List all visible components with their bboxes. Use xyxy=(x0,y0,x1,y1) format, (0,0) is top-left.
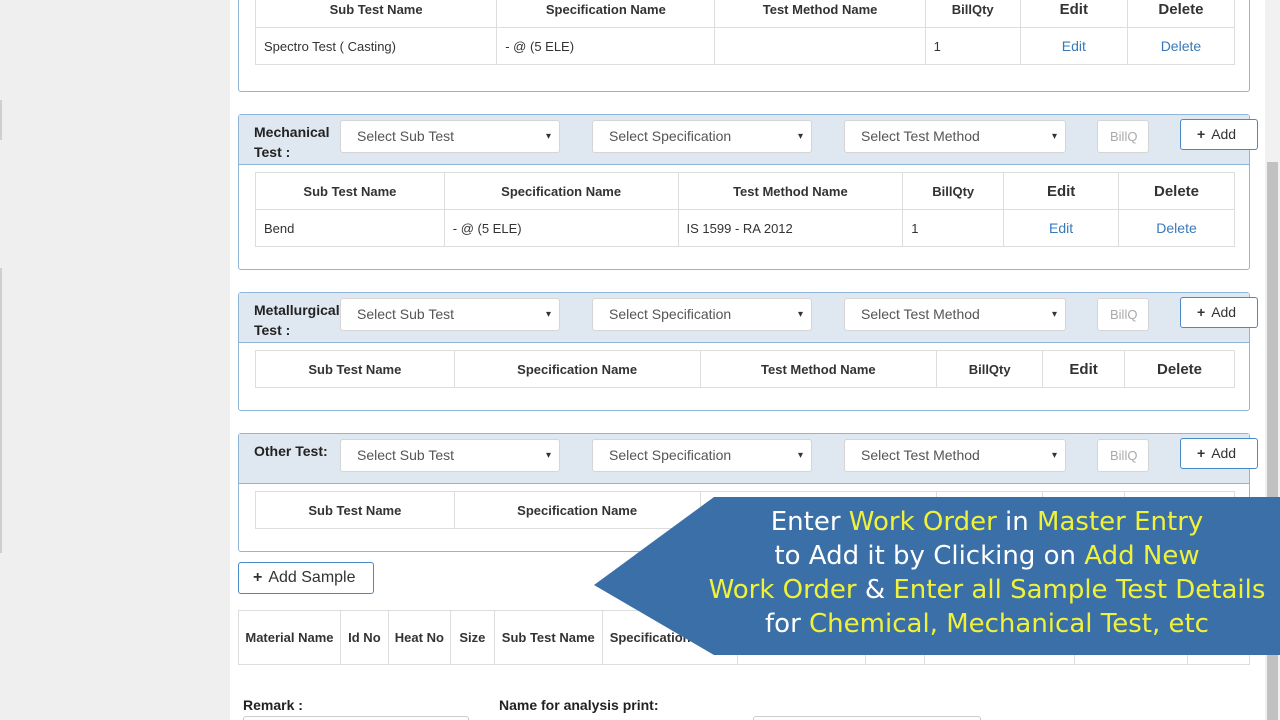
plus-icon: + xyxy=(1197,445,1206,461)
caret-down-icon: ▾ xyxy=(1051,450,1057,461)
add-button[interactable]: + Add xyxy=(1180,297,1258,328)
tutorial-callout: Enter Work Order in Master Entry to Add … xyxy=(594,497,1280,655)
sub-test-select[interactable]: Select Sub Test ▾ xyxy=(340,439,560,472)
caret-down-icon: ▾ xyxy=(1051,309,1057,320)
panel-title: Mechanical Test : xyxy=(254,124,330,160)
cell-sub-test: Bend xyxy=(255,209,445,247)
col-delete: Delete xyxy=(1126,0,1236,28)
add-button[interactable]: + Add xyxy=(1180,119,1258,150)
col-heat-no: Heat No xyxy=(387,610,451,665)
cell-bill-qty: 1 xyxy=(924,27,1021,65)
sub-test-select[interactable]: Select Sub Test ▾ xyxy=(340,298,560,331)
bill-qty-input[interactable]: BillQ xyxy=(1097,439,1149,472)
mechanical-test-panel: Mechanical Test : Select Sub Test ▾ Selec… xyxy=(238,114,1258,270)
col-edit: Edit xyxy=(1042,350,1126,388)
caret-down-icon: ▾ xyxy=(545,131,551,142)
cell-bill-qty: 1 xyxy=(902,209,1005,247)
sub-test-select[interactable]: Select Sub Test ▾ xyxy=(340,120,560,153)
specification-select[interactable]: Select Specification ▾ xyxy=(592,120,812,153)
remark-input[interactable] xyxy=(243,716,469,720)
caret-down-icon: ▾ xyxy=(797,450,803,461)
bill-qty-input[interactable]: BillQ xyxy=(1097,120,1149,153)
col-sub-test-name: Sub Test Name xyxy=(493,610,603,665)
gutter-mark xyxy=(0,268,2,553)
add-sample-button[interactable]: + Add Sample xyxy=(238,562,374,594)
col-sub-test: Sub Test Name xyxy=(255,172,445,210)
analysis-print-label: Name for analysis print: xyxy=(499,697,659,713)
col-sub-test: Sub Test Name xyxy=(255,491,455,529)
metallurgical-test-panel: Metallurgical Test : Select Sub Test ▾ Se… xyxy=(238,292,1258,411)
callout-line: Enter Work Order in Master Entry xyxy=(770,507,1204,537)
gutter-mark xyxy=(0,100,2,140)
callout-line: to Add it by Clicking on Add New xyxy=(774,541,1200,571)
cell-test-method xyxy=(714,27,926,65)
col-specification: Specification Name xyxy=(443,172,679,210)
caret-down-icon: ▾ xyxy=(545,309,551,320)
plus-icon: + xyxy=(253,569,263,586)
col-specification: Specification Name xyxy=(453,350,701,388)
col-material-name: Material Name xyxy=(238,610,341,665)
cell-specification: - @ (5 ELE) xyxy=(443,209,679,247)
panel-header: Mechanical Test : Select Sub Test ▾ Selec… xyxy=(239,115,1258,165)
chemical-test-table: Sub Test Name Specification Name Test Me… xyxy=(254,0,1236,65)
specification-select[interactable]: Select Specification ▾ xyxy=(592,439,812,472)
table-header-row: Sub Test Name Specification Name Test Me… xyxy=(255,350,1235,388)
metallurgical-test-table: Sub Test Name Specification Name Test Me… xyxy=(255,350,1235,388)
col-test-method: Test Method Name xyxy=(714,0,926,28)
remark-label: Remark : xyxy=(243,697,303,713)
panel-title: Other Test: xyxy=(254,443,328,459)
test-method-select[interactable]: Select Test Method ▾ xyxy=(844,298,1066,331)
col-edit: Edit xyxy=(1019,0,1128,28)
analysis-print-input[interactable] xyxy=(753,716,981,720)
col-bill-qty: BillQty xyxy=(936,350,1044,388)
col-edit: Edit xyxy=(1003,172,1120,210)
plus-icon: + xyxy=(1197,126,1206,142)
cell-specification: - @ (5 ELE) xyxy=(496,27,716,65)
col-delete: Delete xyxy=(1118,172,1235,210)
specification-select[interactable]: Select Specification ▾ xyxy=(592,298,812,331)
col-sub-test: Sub Test Name xyxy=(254,0,498,28)
test-method-select[interactable]: Select Test Method ▾ xyxy=(844,120,1066,153)
add-button[interactable]: + Add xyxy=(1180,438,1258,469)
col-test-method: Test Method Name xyxy=(699,350,938,388)
col-bill-qty: BillQty xyxy=(902,172,1005,210)
caret-down-icon: ▾ xyxy=(545,450,551,461)
col-bill-qty: BillQty xyxy=(924,0,1021,28)
col-delete: Delete xyxy=(1124,350,1235,388)
cell-sub-test: Spectro Test ( Casting) xyxy=(254,27,498,65)
col-size: Size xyxy=(449,610,495,665)
cell-test-method: IS 1599 - RA 2012 xyxy=(677,209,904,247)
caret-down-icon: ▾ xyxy=(797,309,803,320)
bill-qty-input[interactable]: BillQ xyxy=(1097,298,1149,331)
table-header-row: Sub Test Name Specification Name Test Me… xyxy=(255,172,1235,210)
mechanical-test-table: Sub Test Name Specification Name Test Me… xyxy=(255,172,1235,247)
edit-link[interactable]: Edit xyxy=(1019,27,1128,65)
panel-header: Metallurgical Test : Select Sub Test ▾ Se… xyxy=(239,293,1258,343)
callout-text: Enter Work Order in Master Entry to Add … xyxy=(694,505,1280,641)
plus-icon: + xyxy=(1197,304,1206,320)
table-row: Spectro Test ( Casting) - @ (5 ELE) 1 Ed… xyxy=(254,27,1236,65)
delete-link[interactable]: Delete xyxy=(1118,209,1235,247)
panel-title: Metallurgical Test : xyxy=(254,302,340,338)
delete-link[interactable]: Delete xyxy=(1126,27,1236,65)
test-method-select[interactable]: Select Test Method ▾ xyxy=(844,439,1066,472)
col-sub-test: Sub Test Name xyxy=(255,350,455,388)
panel-header: Other Test: Select Sub Test ▾ Select Spec… xyxy=(239,434,1258,484)
caret-down-icon: ▾ xyxy=(1051,131,1057,142)
callout-line: Work Order & Enter all Sample Test Detai… xyxy=(708,575,1266,605)
callout-line: for Chemical, Mechanical Test, etc xyxy=(765,609,1209,639)
col-id-no: Id No xyxy=(339,610,389,665)
col-specification: Specification Name xyxy=(496,0,716,28)
caret-down-icon: ▾ xyxy=(797,131,803,142)
edit-link[interactable]: Edit xyxy=(1003,209,1120,247)
chemical-test-panel: Sub Test Name Specification Name Test Me… xyxy=(238,0,1250,92)
left-gutter xyxy=(0,0,230,720)
table-header-row: Sub Test Name Specification Name Test Me… xyxy=(254,0,1236,28)
col-test-method: Test Method Name xyxy=(677,172,904,210)
table-row: Bend - @ (5 ELE) IS 1599 - RA 2012 1 Edi… xyxy=(255,209,1235,247)
